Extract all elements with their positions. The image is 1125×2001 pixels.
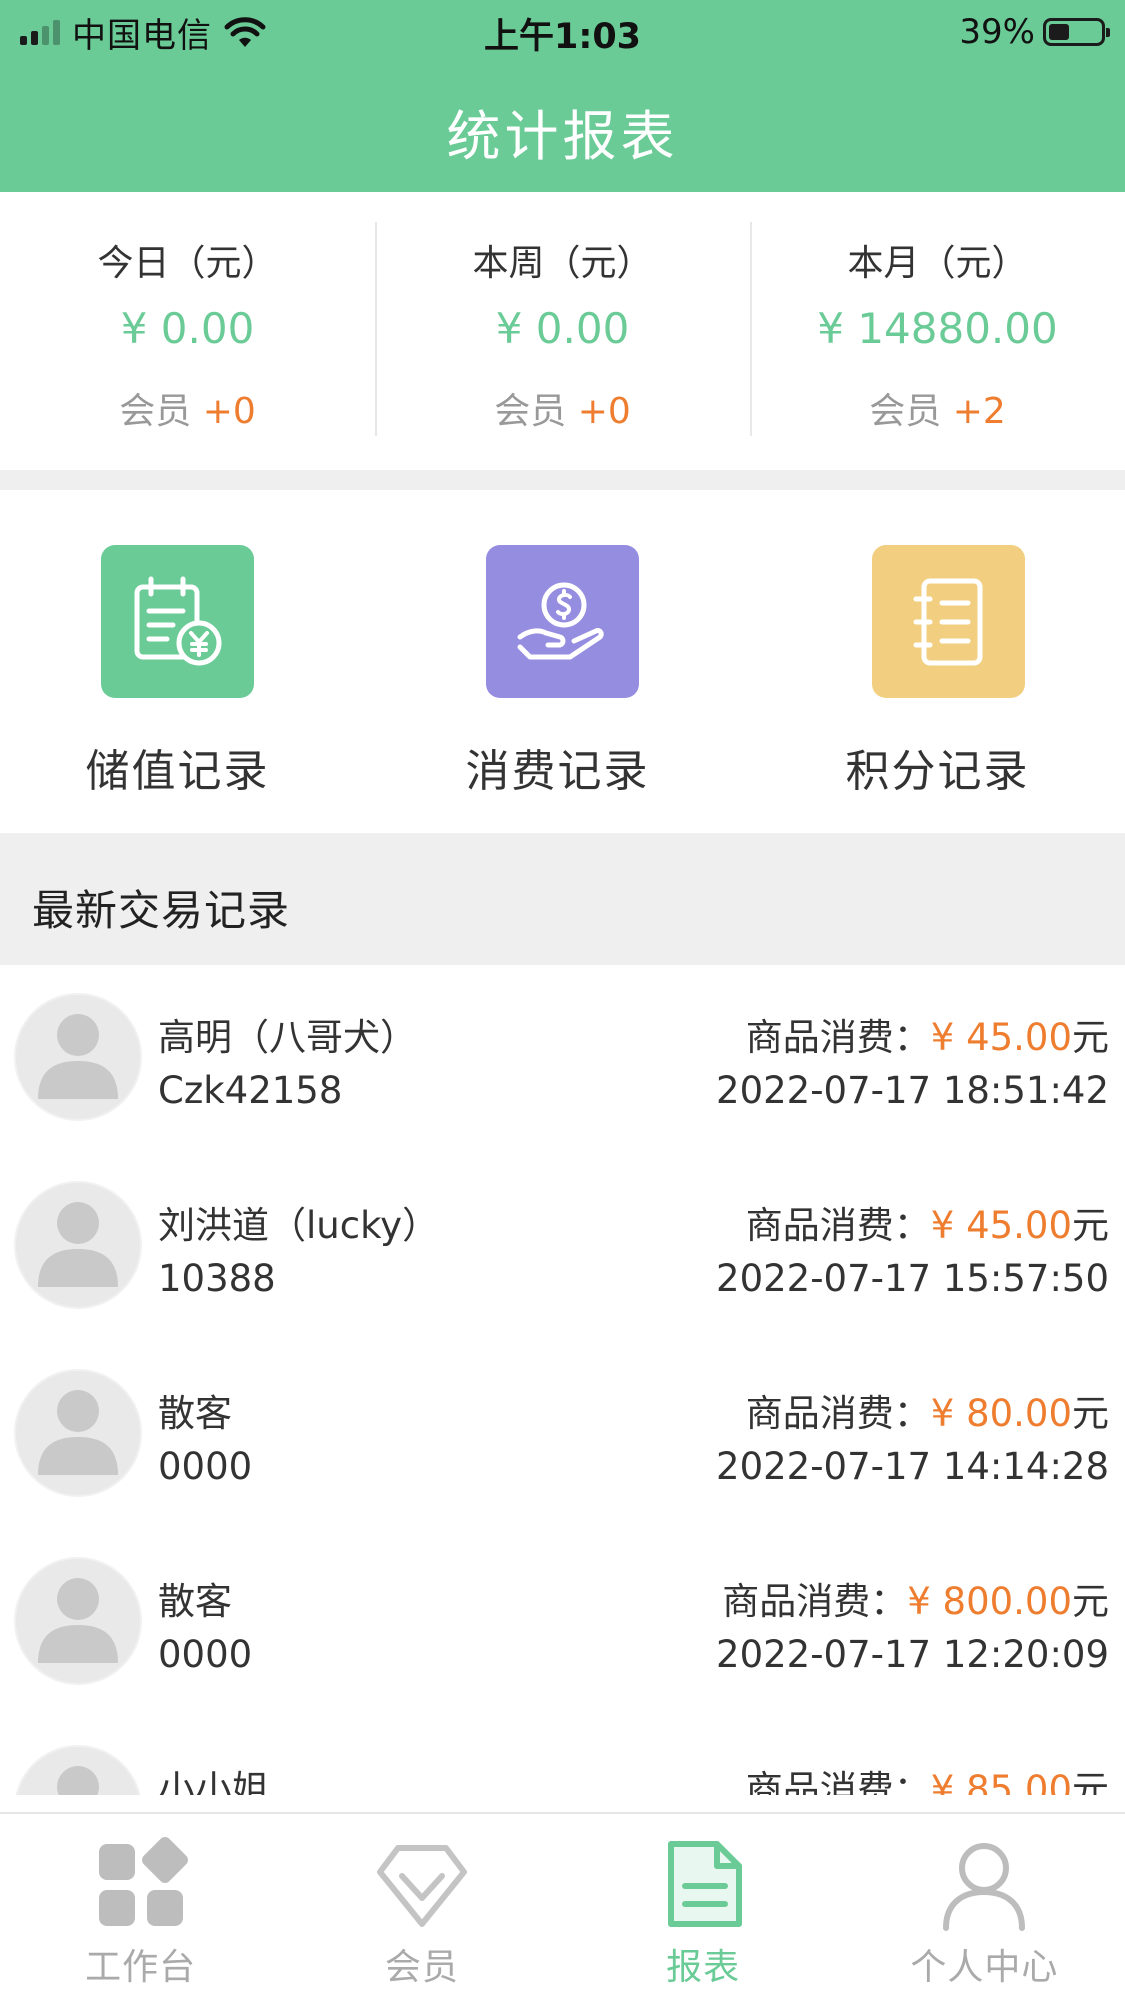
hand-coin-icon [486,545,639,698]
header: 中国电信 上午1:03 39% 统计报表 [0,0,1125,192]
page-title: 统计报表 [446,105,679,168]
stat-member-delta: +2 [952,391,1006,432]
status-time: 上午1:03 [483,17,642,57]
workbench-icon [93,1836,189,1932]
member-name: 散客 [158,1392,232,1435]
stat-member-delta: +0 [577,391,631,432]
transaction-time: 2022-07-17 18:51:42 [716,1069,1109,1112]
divider [0,470,1125,490]
stat-label: 今日（元） [97,243,278,284]
shortcut-consumption-records[interactable]: 消费记录 [375,490,750,833]
stat-amount: ¥ 0.00 [120,304,255,353]
stat-amount: ¥ 14880.00 [817,304,1058,353]
section-header: 最新交易记录 [0,833,1125,965]
transaction-amount: 商品消费：¥ 45.00元 [746,1195,1109,1249]
stat-member-label: 会员 [119,391,203,432]
member-name: 刘洪道（lucky） [158,1204,440,1247]
tab-label: 报表 [666,1947,741,1988]
member-name: 小小姐 [158,1768,269,1795]
amount-unit: 元 [1072,1580,1109,1623]
list-item[interactable]: 散客 0000 商品消费：¥ 80.00元 2022-07-17 14:14:2… [0,1341,1125,1529]
stat-week: 本周（元） ¥ 0.00 会员 +0 [375,192,750,470]
notebook-icon [872,545,1025,698]
stat-member-label: 会员 [869,391,953,432]
amount-value: ¥ 800.00 [907,1580,1072,1623]
avatar [16,995,140,1119]
stat-amount: ¥ 0.00 [495,304,630,353]
summary-panel: 今日（元） ¥ 0.00 会员 +0 本周（元） ¥ 0.00 会员 +0 本月… [0,192,1125,470]
stat-member-delta: +0 [202,391,256,432]
transaction-type: 商品消费： [745,1768,931,1795]
transaction-time: 2022-07-17 15:57:50 [716,1257,1109,1300]
stat-member: 会员 +0 [0,382,375,434]
amount-unit: 元 [1072,1016,1109,1059]
transaction-type: 商品消费： [745,1204,931,1247]
transaction-type: 商品消费： [745,1016,931,1059]
list-item[interactable]: 小小姐 商品消费：¥ 85.00元 [0,1717,1125,1795]
transaction-time: 2022-07-17 14:14:28 [716,1445,1109,1488]
amount-value: ¥ 80.00 [930,1392,1072,1435]
transaction-amount: 商品消费：¥ 80.00元 [746,1383,1109,1437]
stat-member-label: 会员 [494,391,578,432]
member-code: 10388 [158,1257,276,1300]
stat-member: 会员 +0 [375,382,750,434]
transaction-amount: 商品消费：¥ 800.00元 [722,1571,1109,1625]
member-code: Czk42158 [158,1069,343,1112]
member-code: 0000 [158,1445,253,1488]
stat-month: 本月（元） ¥ 14880.00 会员 +2 [750,192,1125,470]
tab-label: 会员 [384,1947,459,1988]
battery-percent: 39% [959,12,1035,52]
calendar-yuan-icon [101,545,254,698]
tab-workbench[interactable]: 工作台 [0,1814,281,2001]
stat-label: 本月（元） [847,243,1028,284]
avatar [16,1183,140,1307]
member-name: 高明（八哥犬） [158,1016,417,1059]
transaction-type: 商品消费： [745,1392,931,1435]
transaction-amount: 商品消费：¥ 85.00元 [746,1759,1109,1795]
tab-label: 个人中心 [910,1947,1059,1988]
stat-label: 本周（元） [472,243,653,284]
shortcut-label: 消费记录 [465,746,650,797]
section-title: 最新交易记录 [32,886,291,935]
status-right: 39% [959,10,1110,54]
list-item[interactable]: 高明（八哥犬） Czk42158 商品消费：¥ 45.00元 2022-07-1… [0,965,1125,1153]
amount-value: ¥ 45.00 [930,1204,1072,1247]
amount-unit: 元 [1072,1204,1109,1247]
shortcut-grid: 储值记录 消费记录 积分记录 [0,490,1125,833]
tab-profile[interactable]: 个人中心 [844,1814,1125,2001]
stat-member: 会员 +2 [750,382,1125,434]
shortcut-stored-value-records[interactable]: 储值记录 [0,490,375,833]
tab-bar: 工作台 会员 报表 个人中心 [0,1812,1125,2001]
diamond-icon [374,1836,470,1932]
member-name: 散客 [158,1580,232,1623]
list-item[interactable]: 散客 0000 商品消费：¥ 800.00元 2022-07-17 12:20:… [0,1529,1125,1717]
amount-value: ¥ 85.00 [930,1768,1072,1795]
user-icon [936,1836,1032,1932]
amount-unit: 元 [1072,1392,1109,1435]
status-bar: 中国电信 上午1:03 39% [0,0,1125,64]
transaction-list[interactable]: 高明（八哥犬） Czk42158 商品消费：¥ 45.00元 2022-07-1… [0,965,1125,1795]
transaction-amount: 商品消费：¥ 45.00元 [746,1007,1109,1061]
transaction-type: 商品消费： [722,1580,908,1623]
member-code: 0000 [158,1633,253,1676]
shortcut-label: 储值记录 [85,746,270,797]
list-item[interactable]: 刘洪道（lucky） 10388 商品消费：¥ 45.00元 2022-07-1… [0,1153,1125,1341]
avatar [16,1747,140,1795]
shortcut-points-records[interactable]: 积分记录 [750,490,1125,833]
shortcut-label: 积分记录 [845,746,1030,797]
amount-unit: 元 [1072,1768,1109,1795]
tab-member[interactable]: 会员 [281,1814,562,2001]
transaction-time: 2022-07-17 12:20:09 [716,1633,1109,1676]
stat-today: 今日（元） ¥ 0.00 会员 +0 [0,192,375,470]
tab-report[interactable]: 报表 [563,1814,844,2001]
amount-value: ¥ 45.00 [930,1016,1072,1059]
report-icon [655,1836,751,1932]
avatar [16,1371,140,1495]
avatar [16,1559,140,1683]
battery-icon [1043,18,1110,46]
app-root: 中国电信 上午1:03 39% 统计报表 今日（元） ¥ 0.00 会员 +0 … [0,0,1125,2001]
tab-label: 工作台 [85,1947,197,1988]
